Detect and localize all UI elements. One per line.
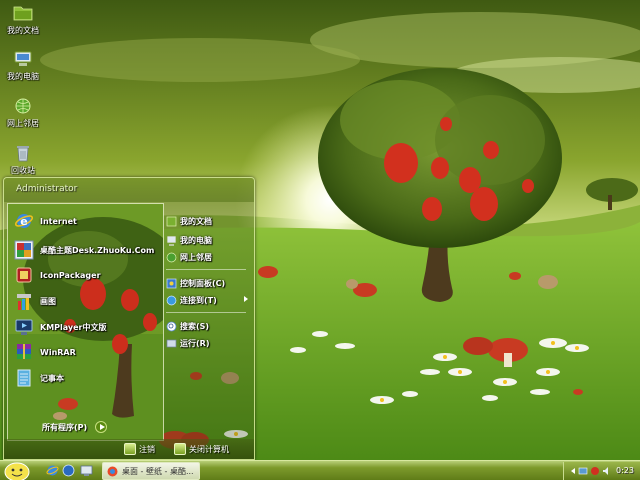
tray-network-icon[interactable] — [578, 466, 588, 476]
taskbar-window-label: 桌面 - 壁纸 - 桌酷... — [122, 466, 194, 476]
start-menu-pinned-panel: e Internet 桌酷主题Desk.ZhuoKu.Com IconPacka… — [7, 203, 164, 441]
zhuoku-theme-icon — [14, 240, 34, 260]
pinned-item-label: 记事本 — [40, 373, 64, 383]
winrar-icon — [17, 344, 31, 359]
paint-icon — [17, 294, 31, 310]
internet-explorer-icon: e — [14, 214, 34, 228]
tray-arrow-icon[interactable] — [568, 466, 578, 476]
places-item-label: 运行(R) — [180, 338, 210, 348]
places-item-network[interactable]: 网上邻居 — [166, 250, 250, 264]
shutdown-button[interactable]: 关闭计算机 — [174, 442, 229, 456]
quick-launch-show-desktop-icon[interactable] — [80, 464, 93, 477]
recycle-bin-icon — [17, 146, 29, 162]
places-item-control-panel[interactable]: 控制面板(C) — [166, 276, 250, 290]
places-item-my-documents[interactable]: 我的文档 — [166, 214, 250, 228]
desktop-icon-label: 网上邻居 — [7, 119, 39, 128]
power-icon — [174, 443, 186, 455]
search-icon — [166, 321, 177, 331]
desktop-icon-network[interactable]: 网上邻居 — [0, 97, 46, 129]
connect-to-icon — [166, 295, 177, 305]
places-item-label: 网上邻居 — [180, 252, 212, 262]
pinned-item-label: KMPlayer中文版 — [40, 322, 107, 332]
start-menu-user-header: Administrator — [4, 178, 254, 202]
places-item-run[interactable]: 运行(R) — [166, 336, 250, 350]
start-menu-places-panel: 我的文档 我的电脑 网上邻居 控制面板(C) 连接到(T) 搜索(S) 运行(R… — [166, 203, 252, 441]
desktop-icon-label: 我的文档 — [7, 26, 39, 35]
taskbar: 桌面 - 壁纸 - 桌酷... 0:23 — [0, 460, 640, 480]
documents-icon — [166, 216, 177, 226]
system-tray: 0:23 — [563, 462, 640, 480]
network-globe-icon — [15, 98, 31, 114]
pinned-item-label: 桌酷主题Desk.ZhuoKu.Com — [40, 245, 155, 255]
places-item-search[interactable]: 搜索(S) — [166, 319, 250, 333]
all-programs-label: 所有程序(P) — [42, 422, 88, 432]
pinned-item-iconpackager[interactable]: IconPackager — [14, 264, 162, 286]
pinned-item-kmplayer[interactable]: KMPlayer中文版 — [14, 316, 162, 338]
quick-launch-browser-icon[interactable] — [62, 464, 75, 477]
shutdown-label: 关闭计算机 — [189, 444, 229, 454]
logoff-label: 注销 — [139, 444, 155, 454]
pinned-item-label: 画图 — [40, 296, 56, 306]
places-item-label: 控制面板(C) — [180, 278, 226, 288]
desktop-icon-my-documents[interactable]: 我的文档 — [0, 4, 46, 36]
desktop-icon-recycle-bin[interactable]: 回收站 — [0, 144, 46, 176]
all-programs-button[interactable]: 所有程序(P) — [42, 421, 108, 433]
pinned-item-winrar[interactable]: WinRAR — [14, 341, 162, 363]
quick-launch-ie-icon[interactable] — [46, 464, 59, 477]
places-item-connect-to[interactable]: 连接到(T) — [166, 293, 250, 307]
run-icon — [166, 339, 177, 347]
logoff-icon — [124, 443, 136, 455]
browser-window-icon — [107, 466, 118, 476]
start-menu: Administrator e Internet 桌酷主题Desk.ZhuoKu… — [3, 177, 255, 460]
kmplayer-icon — [15, 319, 33, 335]
places-item-label: 我的文档 — [180, 216, 212, 226]
pinned-item-internet[interactable]: e Internet — [14, 210, 162, 232]
pinned-item-paint[interactable]: 画图 — [14, 290, 162, 312]
computer-icon — [14, 51, 32, 66]
places-item-my-computer[interactable]: 我的电脑 — [166, 233, 250, 247]
folder-documents-icon — [13, 6, 33, 21]
svg-text:e: e — [20, 215, 27, 228]
taskbar-window-button[interactable]: 桌面 - 壁纸 - 桌酷... — [102, 462, 200, 480]
places-item-label: 我的电脑 — [180, 235, 212, 245]
pinned-item-label: WinRAR — [40, 347, 76, 357]
iconpackager-icon — [16, 267, 32, 283]
submenu-arrow-icon — [244, 296, 248, 302]
computer-icon — [166, 235, 177, 246]
start-button[interactable] — [2, 462, 32, 480]
user-name: Administrator — [16, 184, 78, 194]
tray-volume-icon[interactable] — [602, 466, 612, 476]
all-programs-arrow-icon — [95, 421, 108, 433]
logoff-button[interactable]: 注销 — [124, 442, 155, 456]
tray-security-icon[interactable] — [590, 466, 600, 476]
desktop-icon-my-computer[interactable]: 我的电脑 — [0, 50, 46, 82]
desktop-icon-label: 我的电脑 — [7, 72, 39, 81]
control-panel-icon — [166, 278, 177, 288]
places-separator — [166, 269, 246, 270]
network-icon — [166, 252, 177, 262]
pinned-item-label: Internet — [40, 216, 77, 226]
pinned-item-label: IconPackager — [40, 270, 101, 280]
places-separator — [166, 312, 246, 313]
places-item-label: 搜索(S) — [180, 321, 210, 331]
clock[interactable]: 0:23 — [616, 466, 634, 475]
start-menu-footer: 注销 关闭计算机 — [4, 439, 254, 459]
pinned-item-zhuoku[interactable]: 桌酷主题Desk.ZhuoKu.Com — [14, 239, 162, 261]
pinned-item-notepad[interactable]: 记事本 — [14, 367, 162, 389]
desktop-icon-label: 回收站 — [11, 166, 35, 175]
places-item-label: 连接到(T) — [180, 295, 217, 305]
notepad-icon — [17, 369, 31, 387]
